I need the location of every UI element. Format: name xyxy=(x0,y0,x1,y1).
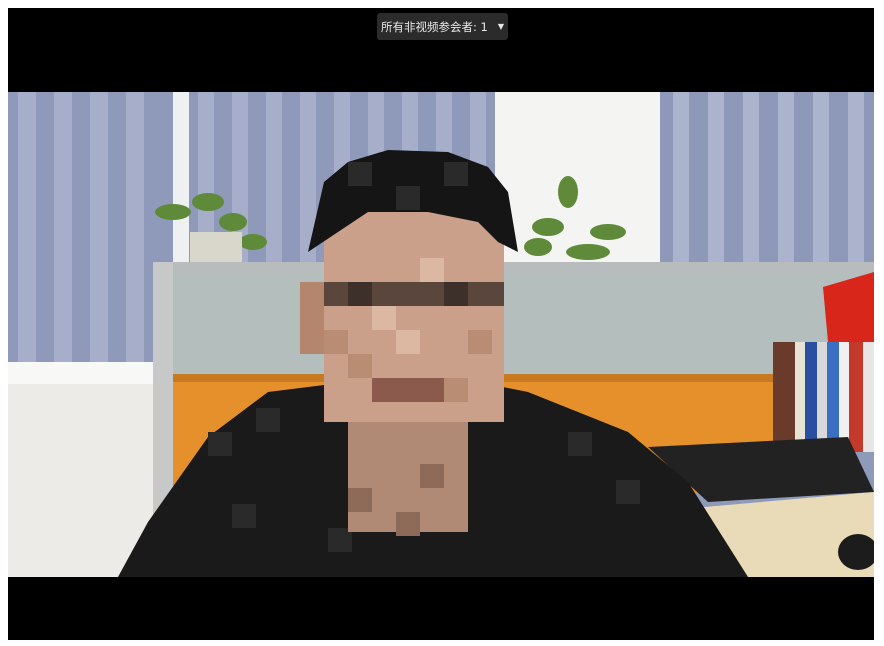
meeting-window: 所有非视频参会者: 1 ▼ xyxy=(8,8,874,640)
non-video-participants-dropdown[interactable]: 所有非视频参会者: 1 ▼ xyxy=(377,13,508,40)
non-video-participants-label: 所有非视频参会者: 1 xyxy=(380,19,488,34)
caret-down-icon: ▼ xyxy=(497,22,504,31)
video-frame xyxy=(8,92,874,577)
participant-video-feed[interactable] xyxy=(8,92,874,577)
